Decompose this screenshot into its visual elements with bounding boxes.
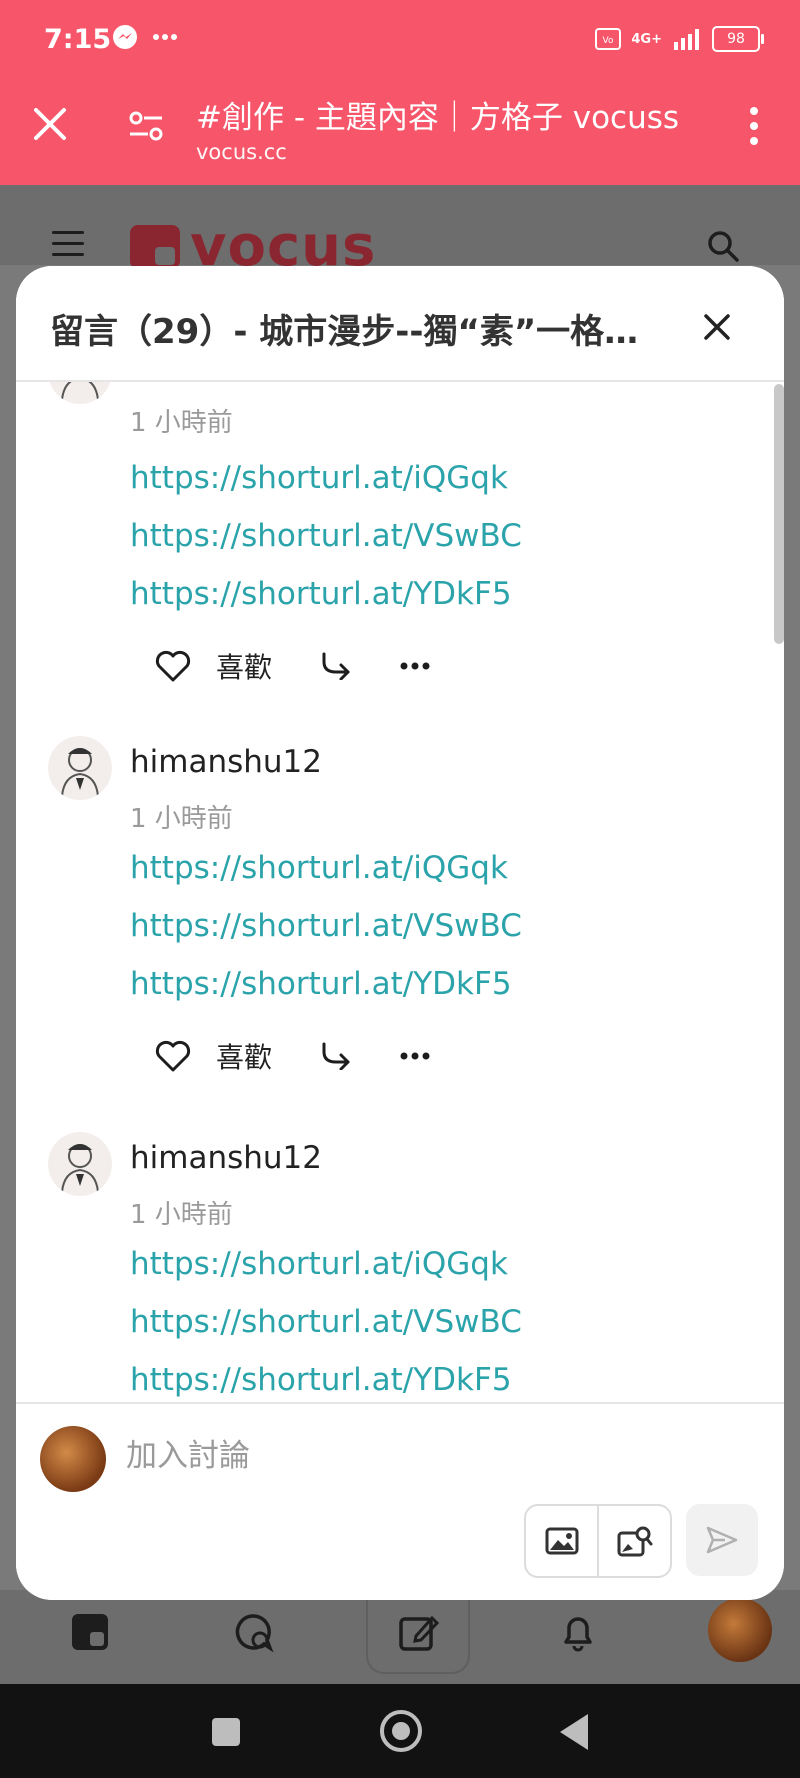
compose-tab[interactable] [366, 1590, 470, 1674]
image-search-icon [617, 1526, 652, 1557]
user-avatar[interactable] [48, 380, 112, 404]
system-navigation-bar [0, 1684, 800, 1778]
page-title: #創作 - 主題內容｜方格子 vocuss [196, 100, 680, 136]
user-avatar[interactable] [48, 736, 112, 800]
svg-text:Vo: Vo [603, 36, 614, 46]
comment-link[interactable]: https://shorturl.at/iQGqk [130, 460, 508, 496]
like-button[interactable]: 喜歡 [216, 1036, 272, 1076]
reply-arrow-icon[interactable] [320, 1042, 352, 1070]
comment-link[interactable]: https://shorturl.at/YDkF5 [130, 1362, 512, 1398]
comment-time: 1 小時前 [130, 1200, 233, 1230]
comment-time: 1 小時前 [130, 408, 233, 438]
send-button[interactable] [686, 1504, 758, 1576]
logo-mark-icon [130, 225, 180, 269]
site-settings-icon[interactable] [128, 110, 164, 142]
search-icon[interactable] [706, 229, 740, 263]
bell-icon[interactable] [556, 1610, 600, 1654]
network-type: 4G+ [631, 31, 662, 47]
comment-actions: 喜歡 [154, 646, 430, 686]
heart-icon[interactable] [154, 649, 192, 683]
site-header: vocus [0, 185, 800, 275]
current-user-avatar [40, 1426, 106, 1492]
image-icon [545, 1527, 578, 1555]
messenger-icon [113, 25, 137, 49]
profile-avatar[interactable] [708, 1598, 772, 1662]
battery-level: 98 [727, 31, 745, 47]
dialog-title: 留言（29）- 城市漫步--獨“素”一格… [50, 312, 639, 352]
close-dialog-icon[interactable] [702, 312, 732, 342]
comment-username[interactable]: himanshu12 [130, 1140, 322, 1176]
recents-icon[interactable] [212, 1718, 240, 1746]
signal-icon [674, 29, 699, 50]
volte-icon: Vo [595, 28, 622, 50]
battery-icon: 98 [712, 26, 764, 52]
page-url[interactable]: vocus.cc [196, 140, 287, 164]
comment-time: 1 小時前 [130, 804, 233, 834]
comment-link[interactable]: https://shorturl.at/YDkF5 [130, 576, 512, 612]
comment-input[interactable]: 加入討論 [126, 1430, 250, 1475]
status-notifications [112, 24, 178, 50]
insert-image-button[interactable] [526, 1506, 597, 1576]
back-icon[interactable] [560, 1714, 588, 1750]
more-options-icon[interactable] [400, 1051, 430, 1061]
person-illustration-icon [61, 380, 99, 401]
close-icon[interactable] [30, 104, 70, 144]
comment-link[interactable]: https://shorturl.at/iQGqk [130, 1246, 508, 1282]
user-avatar[interactable] [48, 1132, 112, 1196]
home-icon[interactable] [68, 1610, 112, 1654]
scrollbar-thumb[interactable] [774, 384, 784, 644]
comments-list[interactable]: 1 小時前 https://shorturl.at/iQGqk https://… [16, 380, 784, 1402]
edit-icon [399, 1615, 440, 1651]
overflow-menu-icon[interactable] [748, 106, 760, 146]
status-time: 7:15 [44, 24, 112, 55]
media-buttons [524, 1504, 672, 1578]
person-illustration-icon [61, 1144, 99, 1193]
comment-link[interactable]: https://shorturl.at/VSwBC [130, 1304, 522, 1340]
comment-actions: 喜歡 [154, 1036, 430, 1076]
comments-dialog: 留言（29）- 城市漫步--獨“素”一格… 1 小時前 https://shor… [16, 266, 784, 1600]
discussion-icon[interactable] [230, 1610, 274, 1654]
search-image-button[interactable] [597, 1506, 670, 1576]
reply-arrow-icon[interactable] [320, 652, 352, 680]
more-notifications-icon [153, 34, 177, 40]
comment-composer: 加入討論 [16, 1402, 784, 1600]
browser-toolbar: 7:15 Vo 4G+ 98 #創作 - 主題內容｜方格子 vocuss voc… [0, 0, 800, 185]
comment-link[interactable]: https://shorturl.at/iQGqk [130, 850, 508, 886]
heart-icon[interactable] [154, 1039, 192, 1073]
comment-link[interactable]: https://shorturl.at/YDkF5 [130, 966, 512, 1002]
like-button[interactable]: 喜歡 [216, 646, 272, 686]
status-system-icons: Vo 4G+ 98 [595, 26, 764, 52]
site-bottom-nav [0, 1590, 800, 1684]
dialog-header: 留言（29）- 城市漫步--獨“素”一格… [16, 266, 784, 382]
send-icon [706, 1526, 738, 1554]
comment-link[interactable]: https://shorturl.at/VSwBC [130, 518, 522, 554]
comment-link[interactable]: https://shorturl.at/VSwBC [130, 908, 522, 944]
hamburger-menu-icon[interactable] [52, 231, 84, 257]
home-button-icon[interactable] [380, 1710, 422, 1752]
more-options-icon[interactable] [400, 661, 430, 671]
person-illustration-icon [61, 748, 99, 797]
comment-username[interactable]: himanshu12 [130, 744, 322, 780]
